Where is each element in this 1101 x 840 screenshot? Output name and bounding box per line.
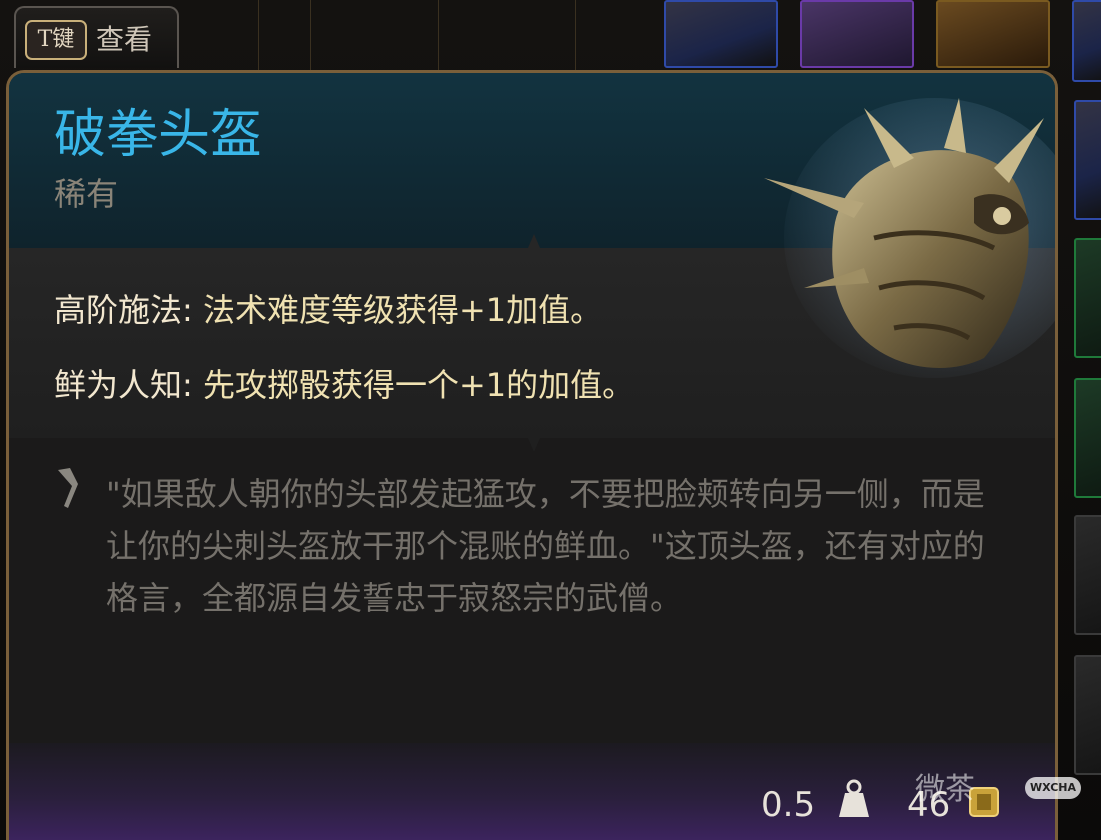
- inventory-slot[interactable]: [1074, 238, 1101, 358]
- examine-label: 查看: [96, 23, 153, 56]
- grid-divider: [438, 0, 439, 70]
- property-name: 鲜为人知:: [54, 366, 193, 404]
- inventory-slot[interactable]: [1074, 515, 1101, 635]
- property-description: 先攻掷骰获得一个+1的加值。: [202, 366, 635, 404]
- watermark-text: 微茶: [915, 772, 975, 807]
- item-tooltip: 破拳头盔 稀有 高阶施法: 法术难度等级获得+1加值。 鲜为人知: 先攻掷骰获得…: [6, 70, 1058, 840]
- watermark-badge: WXCHA: [1025, 777, 1081, 799]
- grid-divider: [310, 0, 311, 70]
- inventory-slot[interactable]: [1074, 378, 1101, 498]
- property-name: 高阶施法:: [54, 291, 193, 329]
- t-key-badge: T键: [25, 20, 87, 60]
- weight-value: 0.5: [761, 785, 816, 825]
- quote-mark-icon: [54, 466, 82, 516]
- inventory-slot[interactable]: [1072, 0, 1101, 82]
- helmet-image: [744, 98, 1055, 392]
- inventory-slot[interactable]: [1074, 100, 1101, 220]
- tooltip-lore: "如果敌人朝你的头部发起猛攻，不要把脸颊转向另一侧，而是让你的尖刺头盔放干那个混…: [9, 438, 1055, 743]
- weight-icon: [837, 779, 871, 823]
- inventory-slot[interactable]: [1074, 655, 1101, 775]
- grid-divider: [575, 0, 576, 70]
- tooltip-footer: 0.5 46: [9, 743, 1055, 840]
- section-notch: [514, 438, 554, 452]
- property-description: 法术难度等级获得+1加值。: [202, 291, 603, 329]
- lore-text: "如果敌人朝你的头部发起猛攻，不要把脸颊转向另一侧，而是让你的尖刺头盔放干那个混…: [106, 475, 985, 617]
- inventory-slot[interactable]: [800, 0, 914, 68]
- inventory-slot[interactable]: [664, 0, 778, 68]
- property-line: 高阶施法: 法术难度等级获得+1加值。: [54, 288, 602, 332]
- examine-hint-tab[interactable]: T键 查看: [14, 6, 179, 68]
- item-rarity: 稀有: [54, 175, 119, 213]
- grid-divider: [258, 0, 259, 70]
- inventory-slot[interactable]: [936, 0, 1050, 68]
- property-line: 鲜为人知: 先攻掷骰获得一个+1的加值。: [54, 363, 634, 407]
- item-name: 破拳头盔: [54, 105, 263, 165]
- section-notch: [514, 234, 554, 248]
